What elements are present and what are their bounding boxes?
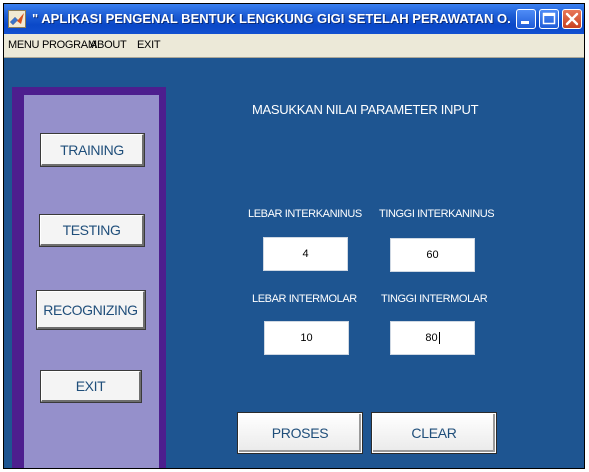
matlab-app-icon[interactable] <box>8 10 26 28</box>
recognizing-button[interactable]: RECOGNIZING <box>37 291 145 329</box>
lebar-intermolar-input[interactable]: 10 <box>264 321 349 355</box>
training-button[interactable]: TRAINING <box>41 134 144 166</box>
lebar-interkaninus-label: LEBAR INTERKANINUS <box>248 208 362 220</box>
tinggi-intermolar-value: 80 <box>425 332 438 344</box>
text-cursor <box>438 332 440 344</box>
menu-program[interactable]: MENU PROGRAM <box>8 39 97 51</box>
clear-button[interactable]: CLEAR <box>372 413 496 453</box>
window-title: " APLIKASI PENGENAL BENTUK LENGKUNG GIGI… <box>32 11 510 26</box>
maximize-icon[interactable] <box>539 9 559 29</box>
exit-button[interactable]: EXIT <box>41 371 141 402</box>
page-heading: MASUKKAN NILAI PARAMETER INPUT <box>252 102 479 117</box>
testing-button[interactable]: TESTING <box>40 215 144 246</box>
tinggi-intermolar-input[interactable]: 80 <box>390 321 475 355</box>
app-window: " APLIKASI PENGENAL BENTUK LENGKUNG GIGI… <box>3 3 585 469</box>
menu-bar: MENU PROGRAM ABOUT EXIT <box>4 34 584 58</box>
tinggi-intermolar-label: TINGGI INTERMOLAR <box>381 293 488 305</box>
minimize-icon[interactable] <box>516 9 536 29</box>
title-bar[interactable]: " APLIKASI PENGENAL BENTUK LENGKUNG GIGI… <box>4 4 584 34</box>
lebar-intermolar-label: LEBAR INTERMOLAR <box>252 293 357 305</box>
lebar-interkaninus-input[interactable]: 4 <box>263 237 348 271</box>
tinggi-interkaninus-input[interactable]: 60 <box>390 238 475 272</box>
menu-exit[interactable]: EXIT <box>137 39 161 51</box>
sidebar-panel: TRAINING TESTING RECOGNIZING EXIT <box>24 95 159 468</box>
main-panel: TRAINING TESTING RECOGNIZING EXIT MASUKK… <box>4 58 584 468</box>
close-icon[interactable] <box>562 9 582 29</box>
proses-button[interactable]: PROSES <box>238 413 362 453</box>
menu-about[interactable]: ABOUT <box>90 39 127 51</box>
tinggi-interkaninus-label: TINGGI INTERKANINUS <box>379 208 495 220</box>
